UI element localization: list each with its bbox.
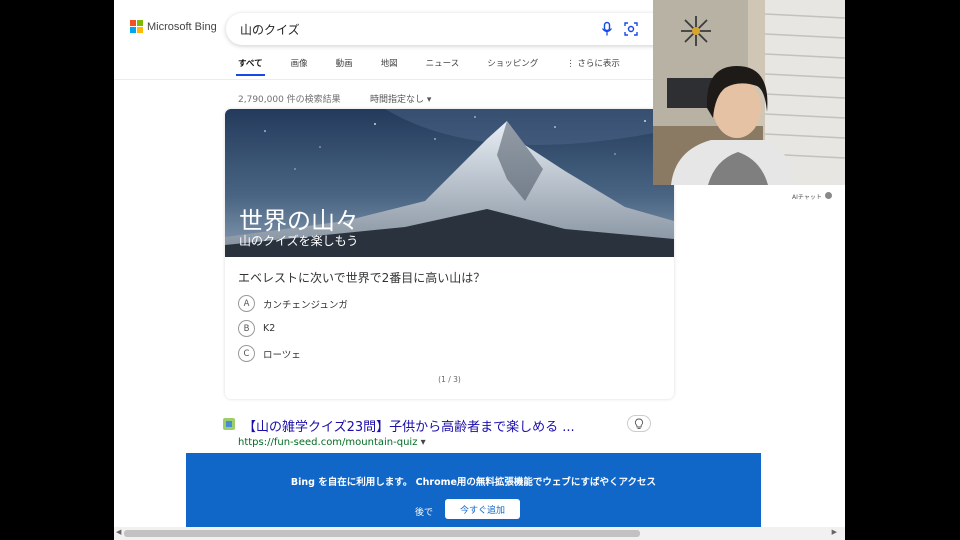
add-now-button[interactable]: 今すぐ追加: [445, 499, 520, 519]
lightbulb-button[interactable]: [627, 415, 651, 432]
tab-all[interactable]: すべて: [236, 57, 265, 76]
tab-maps[interactable]: 地図: [381, 57, 398, 69]
quiz-question: エベレストに次いで世界で2番目に高い山は？: [238, 271, 486, 285]
webcam-overlay: [653, 0, 845, 185]
ai-chat-icon[interactable]: [825, 192, 832, 199]
option-text: ローツェ: [263, 349, 301, 361]
tab-images[interactable]: 画像: [291, 57, 308, 69]
more-dots-icon: ⋮: [566, 59, 578, 69]
bing-logo[interactable]: Microsoft Bing: [130, 20, 217, 33]
microsoft-logo-icon: [130, 20, 143, 33]
search-tabs: すべて 画像 動画 地図 ニュース ショッピング ⋮ さらに表示: [236, 57, 648, 76]
quiz-hero-subtitle: 山のクイズを楽しもう: [239, 234, 359, 248]
tab-more[interactable]: ⋮ さらに表示: [566, 57, 620, 69]
quiz-option-c[interactable]: C ローツェ: [238, 345, 301, 362]
chrome-extension-banner: Bing を自在に利用します。 Chrome用の無料拡張機能でウェブにすばやくア…: [186, 453, 761, 528]
result-title-link[interactable]: 【山の雑学クイズ23問】子供から高齢者まで楽しめる ...: [243, 416, 575, 435]
banner-text: Bing を自在に利用します。 Chrome用の無料拡張機能でウェブにすばやくア…: [290, 477, 657, 488]
results-count: 2,790,000 件の検索結果: [238, 95, 341, 105]
quiz-option-a[interactable]: A カンチェンジュンガ: [238, 295, 348, 312]
search-input[interactable]: 山のクイズ: [240, 21, 300, 38]
later-button[interactable]: 後で: [415, 505, 433, 518]
site-favicon-icon: [223, 418, 235, 430]
tab-more-label: さらに表示: [577, 59, 620, 69]
scrollbar-thumb[interactable]: [124, 530, 640, 537]
quiz-card: 世界の山々 山のクイズを楽しもう エベレストに次いで世界で2番目に高い山は？ A…: [225, 109, 674, 399]
microphone-icon[interactable]: [599, 21, 615, 37]
scroll-left-icon[interactable]: ◀: [116, 528, 121, 536]
result-url-text: https://fun-seed.com/mountain-quiz: [238, 437, 418, 448]
option-letter: A: [238, 295, 255, 312]
option-letter: B: [238, 320, 255, 337]
horizontal-scrollbar[interactable]: ◀ ▶: [114, 527, 845, 540]
lightbulb-icon: [634, 418, 644, 429]
result-url[interactable]: https://fun-seed.com/mountain-quiz ▾: [238, 437, 426, 448]
chevron-down-icon: ▾: [426, 95, 432, 105]
time-filter-label: 時間指定なし: [370, 95, 425, 105]
logo-text: Microsoft Bing: [147, 20, 217, 33]
quiz-page-indicator: (1 / 3): [438, 375, 461, 384]
tab-videos[interactable]: 動画: [336, 57, 353, 69]
option-letter: C: [238, 345, 255, 362]
quiz-option-b[interactable]: B K2: [238, 320, 275, 337]
chevron-down-icon: ▾: [420, 437, 426, 448]
tab-shopping[interactable]: ショッピング: [487, 57, 538, 69]
time-filter-dropdown[interactable]: 時間指定なし ▾: [370, 92, 431, 105]
ai-chat-label[interactable]: AIチャット: [792, 192, 822, 201]
quiz-hero-title: 世界の山々: [239, 207, 359, 235]
option-text: K2: [263, 323, 276, 334]
option-text: カンチェンジュンガ: [263, 299, 348, 311]
visual-search-icon[interactable]: [623, 21, 639, 37]
scroll-right-icon[interactable]: ▶: [832, 528, 837, 536]
tab-news[interactable]: ニュース: [426, 57, 460, 69]
